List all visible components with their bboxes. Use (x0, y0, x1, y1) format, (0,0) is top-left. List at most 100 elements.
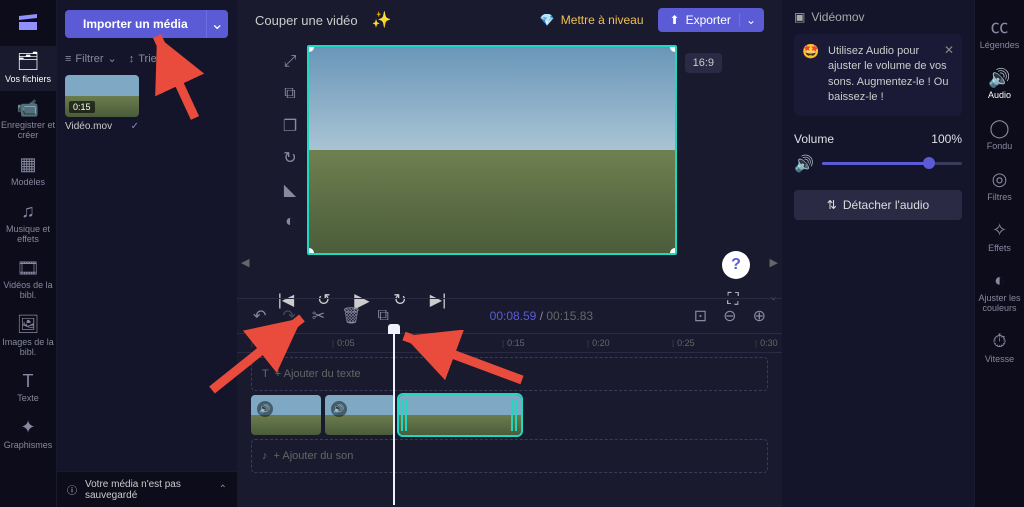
flip-tool[interactable]: ◣ (280, 180, 300, 200)
rail-images-lib[interactable]: 🖼Images de la bibl. (0, 309, 57, 364)
redo-button[interactable]: ↷ (282, 306, 295, 326)
rail-text[interactable]: TTexte (0, 366, 57, 411)
text-icon: T (262, 368, 269, 380)
resize-handle[interactable] (670, 45, 677, 52)
rail-music[interactable]: ♫Musique et effets (0, 196, 57, 251)
speaker-icon[interactable]: 🔊 (794, 154, 814, 174)
collapse-left-icon[interactable]: ◀ (241, 256, 249, 269)
clip-duration: 0:15 (69, 101, 95, 113)
top-bar: Couper une vidéo ✨ 💎Mettre à niveau ⬆Exp… (237, 0, 782, 40)
help-button[interactable]: ? (722, 251, 750, 279)
trim-handle[interactable] (401, 399, 409, 431)
text-icon: T (23, 372, 34, 392)
video-track: 🔊 🔊 (251, 395, 768, 435)
save-status-text: Votre média n'est pas sauvegardé (85, 479, 211, 501)
zoom-out-button[interactable]: ⊖ (723, 306, 736, 326)
check-icon: ✓ (131, 121, 139, 132)
collapse-right-icon[interactable]: ▶ (770, 256, 778, 269)
chevron-down-icon: ⌄ (164, 52, 173, 65)
diamond-icon: 💎 (540, 13, 555, 27)
import-media-button[interactable]: Importer un média (65, 10, 206, 38)
timeline-clip-selected[interactable] (399, 395, 521, 435)
volume-label: Volume (794, 132, 834, 146)
resize-handle[interactable] (307, 248, 314, 255)
canvas-tools: ⤢ ⧉ ❐ ↻ ◣ ◐ (277, 52, 303, 232)
rotate-tool[interactable]: ↻ (280, 148, 300, 168)
chevron-down-icon: ⌄ (210, 14, 223, 34)
cc-ic\on: ㏄ (991, 18, 1009, 38)
chevron-down-icon: ⌄ (108, 52, 117, 65)
upgrade-button[interactable]: 💎Mettre à niveau (540, 13, 644, 27)
speaker-icon: 🔊 (331, 401, 347, 417)
right-rail: ㏄Légendes 🔊Audio ◯Fondu ◎Filtres ✧Effets… (974, 0, 1024, 507)
zoom-in-button[interactable]: ⊕ (753, 306, 766, 326)
speaker-icon: 🔊 (257, 401, 273, 417)
contrast-icon: ◐ (994, 271, 1005, 291)
duplicate-button[interactable]: ⧉ (378, 307, 389, 325)
resize-handle[interactable] (670, 248, 677, 255)
music-icon: ♫ (21, 202, 35, 222)
detach-icon: ⇅ (827, 198, 837, 212)
filters-icon: ◎ (992, 170, 1008, 190)
timeline: ↶ ↷ ✂ 🗑 ⧉ 00:08.59 / 00:15.83 ⊡ ⊖ ⊕ | 0:… (237, 298, 782, 507)
shapes-icon: ✦ (20, 418, 35, 438)
playhead[interactable] (393, 330, 395, 505)
close-icon[interactable]: ✕ (944, 42, 954, 59)
save-status-bar: ⓘ Votre média n'est pas sauvegardé ⌃ (57, 471, 237, 507)
export-button[interactable]: ⬆Exporter⌄ (658, 8, 764, 32)
audio-track[interactable]: ♪+ Ajouter du son (251, 439, 768, 473)
detach-audio-button[interactable]: ⇅Détacher l'audio (794, 190, 962, 220)
timeline-clip[interactable]: 🔊 (325, 395, 395, 435)
timeline-ruler[interactable]: | 0:05 0:10 0:15 0:20 0:25 0:30 (237, 333, 782, 353)
clip-thumbnail: 0:15 (65, 75, 139, 117)
rail-filters[interactable]: ◎Filtres (975, 162, 1024, 211)
crop-tool[interactable]: ⧉ (280, 84, 300, 104)
timeline-clip[interactable]: 🔊 (251, 395, 321, 435)
left-rail: 🗂Vos fichiers 📹Enregistrer et créer ▦Mod… (0, 0, 57, 507)
fit-button[interactable]: ⊡ (694, 306, 707, 326)
image-icon: 🖼 (17, 315, 40, 335)
fade-icon: ◯ (989, 119, 1009, 139)
text-track[interactable]: T+ Ajouter du texte (251, 357, 768, 391)
rail-graphics[interactable]: ✦Graphismes (0, 412, 57, 457)
rail-audio[interactable]: 🔊Audio (975, 61, 1024, 110)
rail-effects[interactable]: ✧Effets (975, 213, 1024, 262)
rail-record[interactable]: 📹Enregistrer et créer (0, 93, 57, 148)
rail-your-files[interactable]: 🗂Vos fichiers (0, 46, 57, 91)
undo-button[interactable]: ↶ (253, 306, 266, 326)
clip-name: Vidéo.mov (65, 121, 112, 132)
media-clip[interactable]: 0:15 Vidéo.mov ✓ (65, 75, 139, 132)
emoji-icon: 🤩 (802, 42, 819, 62)
video-icon: ▣ (794, 10, 805, 24)
video-lib-icon: 🎞 (17, 259, 40, 279)
trim-handle[interactable] (511, 399, 519, 431)
magic-wand-icon[interactable]: ✨ (372, 10, 392, 30)
split-button[interactable]: ✂ (312, 306, 325, 326)
filter-icon: ≡ (65, 53, 71, 65)
rail-speed[interactable]: ⏱Vitesse (975, 324, 1024, 373)
rail-videos-lib[interactable]: 🎞Vidéos de la bibl. (0, 253, 57, 308)
sort-icon: ↕ (129, 53, 135, 65)
folder-icon: 🗂 (17, 52, 40, 72)
selected-clip-name: Vidéomov (811, 10, 864, 24)
property-panel: ▣Vidéomov 🤩 ✕ Utilisez Audio pour ajuste… (782, 0, 974, 507)
volume-slider[interactable] (822, 162, 962, 165)
rail-fade[interactable]: ◯Fondu (975, 111, 1024, 160)
rail-adjust-colors[interactable]: ◐Ajuster les couleurs (975, 263, 1024, 322)
speed-icon: ⏱ (992, 332, 1006, 352)
media-panel: Importer un média ⌄ ≡Filtrer⌄ ↕Trier⌄ 0:… (57, 0, 237, 507)
chevron-up-icon[interactable]: ⌃ (219, 484, 227, 495)
preview-canvas[interactable] (307, 45, 677, 255)
opacity-tool[interactable]: ◐ (280, 212, 300, 232)
rail-templates[interactable]: ▦Modèles (0, 149, 57, 194)
volume-value: 100% (931, 132, 962, 146)
filter-button[interactable]: ≡Filtrer⌄ (65, 52, 117, 65)
pip-tool[interactable]: ❐ (280, 116, 300, 136)
rail-captions[interactable]: ㏄Légendes (975, 10, 1024, 59)
transform-tool[interactable]: ⤢ (280, 52, 300, 72)
sort-button[interactable]: ↕Trier⌄ (129, 52, 174, 65)
import-dropdown[interactable]: ⌄ (206, 10, 228, 38)
delete-button[interactable]: 🗑 (341, 306, 361, 326)
slider-knob[interactable] (923, 157, 935, 169)
aspect-ratio-button[interactable]: 16:9 (685, 53, 722, 73)
